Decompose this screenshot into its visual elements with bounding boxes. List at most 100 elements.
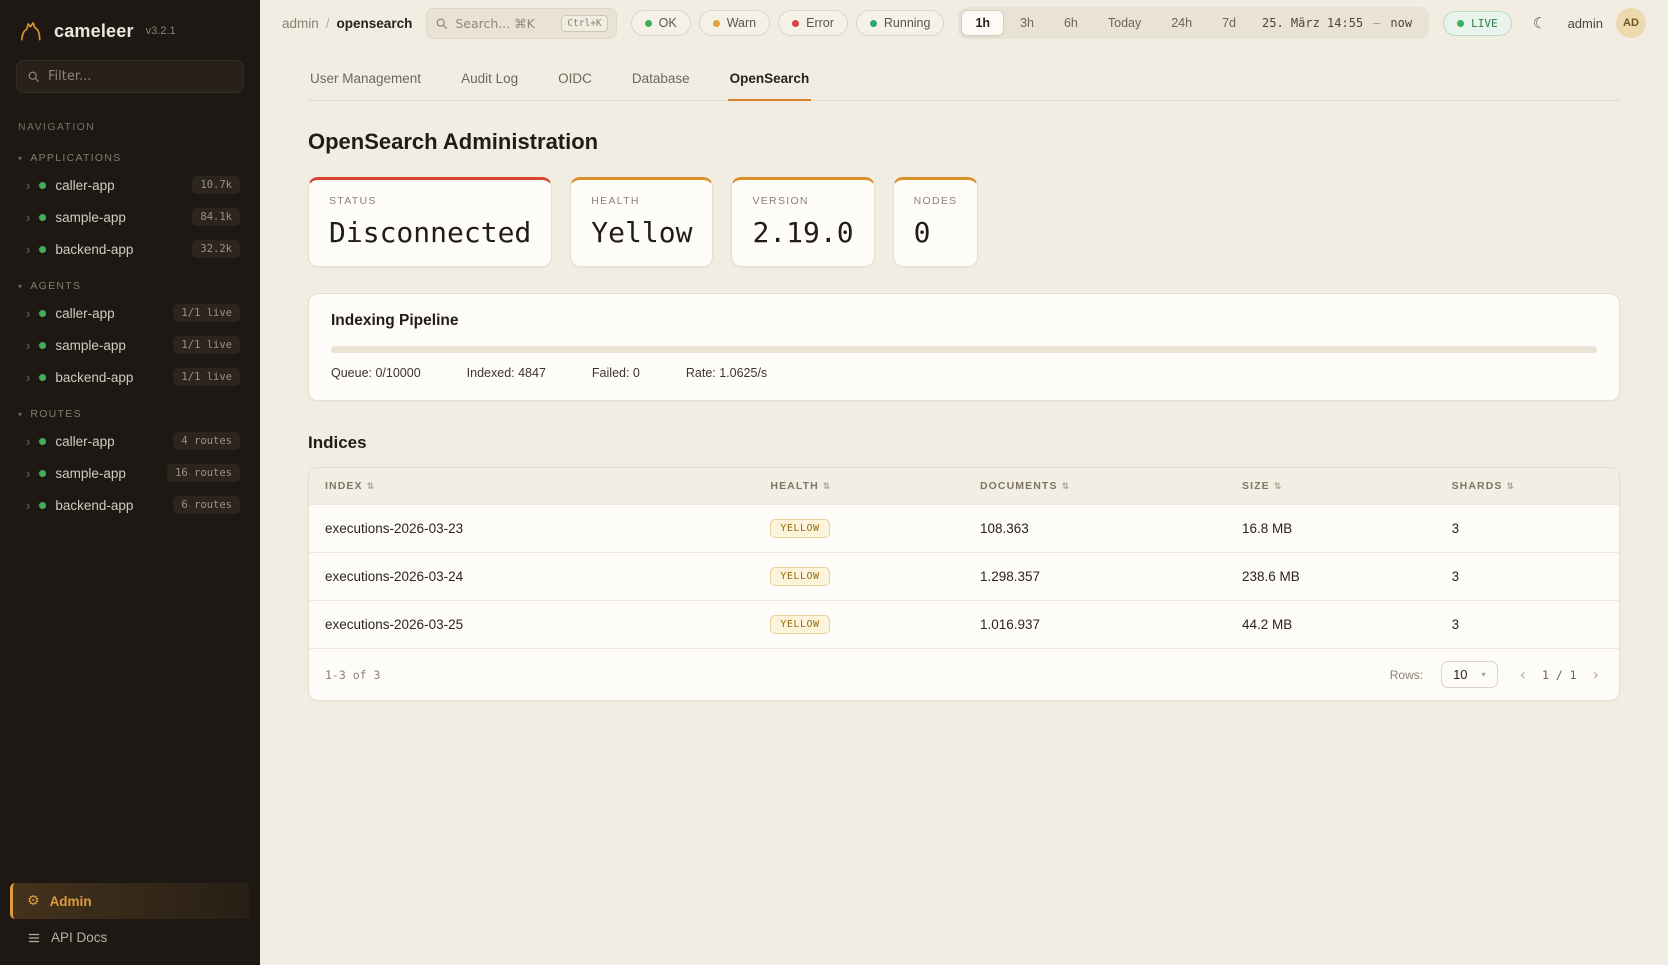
time-range-display: 25. März 14:55 — now [1252, 16, 1426, 30]
column-header-size[interactable]: SIZE⇅ [1226, 468, 1436, 505]
chevron-down-icon: ▾ [18, 154, 23, 163]
section-title-label: ROUTES [30, 408, 82, 420]
sidebar-filter [16, 60, 244, 93]
stat-cards: STATUS Disconnected HEALTH Yellow VERSIO… [308, 177, 1620, 267]
filter-input[interactable] [48, 69, 233, 84]
pipeline-stat-rate: Rate: 1.0625/s [686, 366, 767, 380]
pipeline-title: Indexing Pipeline [331, 312, 1597, 330]
filter-pill-label: Running [884, 16, 931, 30]
tab-opensearch[interactable]: OpenSearch [728, 58, 812, 101]
search-icon [27, 70, 40, 83]
breadcrumb-current: opensearch [337, 16, 413, 31]
user-name: admin [1568, 16, 1603, 31]
section-agents: ▾ AGENTS › caller-app 1/1 live › sample-… [0, 267, 260, 395]
sidebar-item-routes-caller-app[interactable]: › caller-app 4 routes [10, 425, 250, 457]
main-area: admin / opensearch Ctrl+K OK [260, 0, 1668, 965]
sidebar-item-routes-sample-app[interactable]: › sample-app 16 routes [10, 457, 250, 489]
pipeline-stat-failed: Failed: 0 [592, 366, 640, 380]
sidebar-item-applications-caller-app[interactable]: › caller-app 10.7k [10, 169, 250, 201]
count-badge: 32.2k [192, 240, 240, 258]
count-badge: 6 routes [173, 496, 240, 514]
content: User Management Audit Log OIDC Database … [260, 46, 1668, 965]
column-header-index[interactable]: INDEX⇅ [309, 468, 754, 505]
time-range-3h[interactable]: 3h [1006, 10, 1048, 36]
pipeline-progress-bar [331, 346, 1597, 353]
previous-page-button[interactable]: ‹ [1516, 663, 1530, 686]
sidebar-item-agents-caller-app[interactable]: › caller-app 1/1 live [10, 297, 250, 329]
status-dot [39, 342, 46, 349]
chevron-right-icon: › [26, 210, 30, 225]
tab-oidc[interactable]: OIDC [556, 58, 594, 101]
cell-shards: 3 [1436, 505, 1619, 553]
column-header-documents[interactable]: DOCUMENTS⇅ [964, 468, 1226, 505]
sidebar-item-applications-sample-app[interactable]: › sample-app 84.1k [10, 201, 250, 233]
admin-tabs: User Management Audit Log OIDC Database … [308, 58, 1620, 101]
tab-database[interactable]: Database [630, 58, 692, 101]
filter-pill-ok[interactable]: OK [631, 10, 691, 36]
section-title-applications[interactable]: ▾ APPLICATIONS [10, 147, 250, 169]
next-page-button[interactable]: › [1589, 663, 1603, 686]
sidebar-item-label: backend-app [55, 498, 133, 513]
stat-label: VERSION [752, 195, 853, 207]
breadcrumb-parent[interactable]: admin [282, 16, 319, 31]
chevron-down-icon: ▾ [18, 282, 23, 291]
sort-icon: ⇅ [1507, 482, 1516, 492]
time-range-6h[interactable]: 6h [1050, 10, 1092, 36]
status-dot [39, 310, 46, 317]
app-name: cameleer [54, 21, 134, 42]
table-row[interactable]: executions-2026-03-23 YELLOW 108.363 16.… [309, 505, 1619, 553]
section-title-agents[interactable]: ▾ AGENTS [10, 275, 250, 297]
tab-user-management[interactable]: User Management [308, 58, 423, 101]
sidebar-item-agents-sample-app[interactable]: › sample-app 1/1 live [10, 329, 250, 361]
warn-status-dot [713, 20, 720, 27]
filter-pill-warn[interactable]: Warn [699, 10, 770, 36]
rows-per-page-select[interactable]: 10 ▾ [1441, 661, 1497, 688]
cell-health: YELLOW [754, 505, 964, 553]
nav-heading: NAVIGATION [0, 107, 260, 139]
cell-documents: 1.298.357 [964, 553, 1226, 601]
stat-value: 2.19.0 [752, 216, 853, 249]
sidebar-item-label: backend-app [55, 370, 133, 385]
status-dot [39, 470, 46, 477]
count-badge: 84.1k [192, 208, 240, 226]
sidebar-item-applications-backend-app[interactable]: › backend-app 32.2k [10, 233, 250, 265]
column-header-health[interactable]: HEALTH⇅ [754, 468, 964, 505]
search-input[interactable] [455, 16, 554, 31]
error-status-dot [792, 20, 799, 27]
stat-value: Disconnected [329, 216, 531, 249]
cell-health: YELLOW [754, 601, 964, 649]
cell-size: 238.6 MB [1226, 553, 1436, 601]
count-badge: 16 routes [167, 464, 240, 482]
table-row[interactable]: executions-2026-03-25 YELLOW 1.016.937 4… [309, 601, 1619, 649]
count-badge: 1/1 live [173, 336, 240, 354]
sidebar-item-admin[interactable]: ⚙ Admin [10, 883, 250, 919]
sidebar-item-label: caller-app [55, 306, 114, 321]
status-dot [39, 214, 46, 221]
tab-audit-log[interactable]: Audit Log [459, 58, 520, 101]
admin-label: Admin [50, 894, 92, 909]
running-status-dot [870, 20, 877, 27]
dark-mode-toggle[interactable]: ☾ [1525, 8, 1555, 38]
sidebar-item-agents-backend-app[interactable]: › backend-app 1/1 live [10, 361, 250, 393]
avatar[interactable]: AD [1616, 8, 1646, 38]
status-dot [39, 182, 46, 189]
pipeline-stats: Queue: 0/10000 Indexed: 4847 Failed: 0 R… [331, 366, 1597, 380]
column-header-shards[interactable]: SHARDS⇅ [1436, 468, 1619, 505]
rows-per-page-value: 10 [1453, 667, 1467, 682]
live-indicator[interactable]: LIVE [1443, 11, 1512, 36]
table-row[interactable]: executions-2026-03-24 YELLOW 1.298.357 2… [309, 553, 1619, 601]
range-separator: — [1373, 16, 1380, 30]
time-range-24h[interactable]: 24h [1157, 10, 1206, 36]
status-dot [39, 246, 46, 253]
filter-pill-error[interactable]: Error [778, 10, 848, 36]
time-range-7d[interactable]: 7d [1208, 10, 1250, 36]
count-badge: 10.7k [192, 176, 240, 194]
section-title-routes[interactable]: ▾ ROUTES [10, 403, 250, 425]
stat-label: HEALTH [591, 195, 692, 207]
time-range-today[interactable]: Today [1094, 10, 1155, 36]
sidebar-item-api-docs[interactable]: API Docs [10, 919, 250, 949]
live-label: LIVE [1471, 17, 1498, 30]
time-range-1h[interactable]: 1h [961, 10, 1004, 36]
filter-pill-running[interactable]: Running [856, 10, 945, 36]
sidebar-item-routes-backend-app[interactable]: › backend-app 6 routes [10, 489, 250, 521]
